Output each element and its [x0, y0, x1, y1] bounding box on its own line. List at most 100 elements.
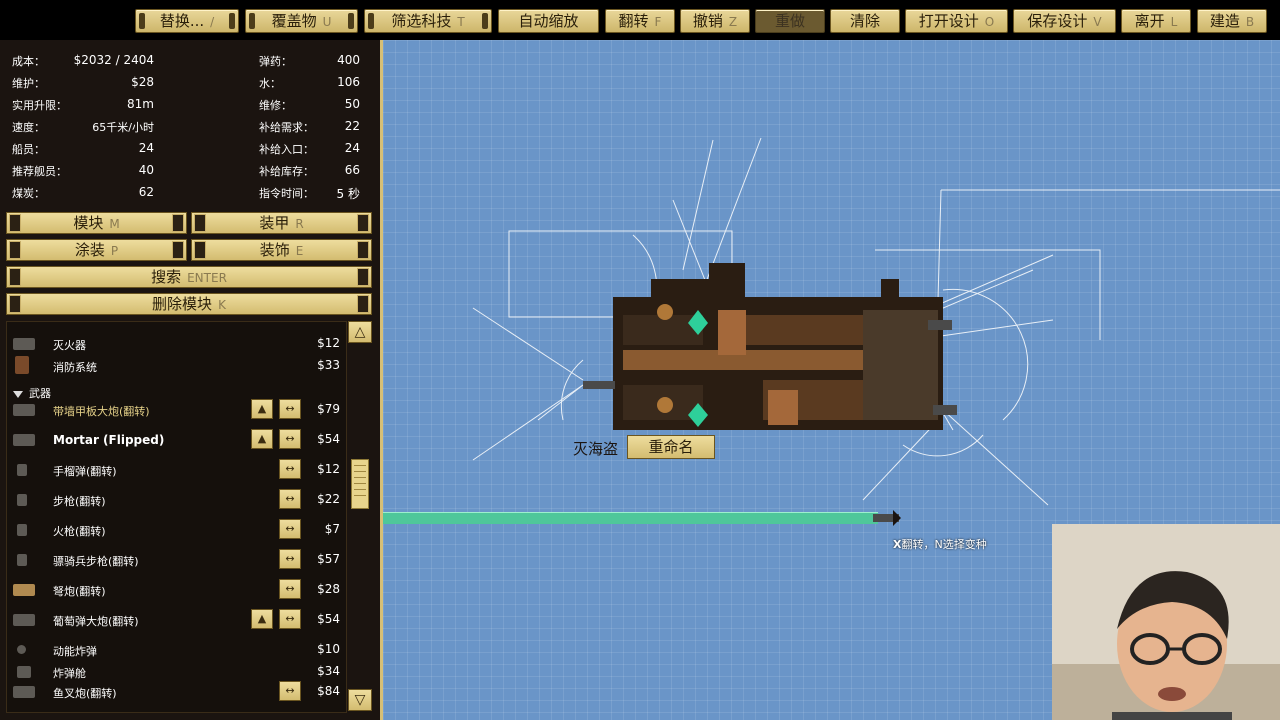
fire-system-icon — [15, 356, 29, 374]
cannon-icon — [933, 405, 957, 415]
build-button[interactable]: 建造 B — [1197, 9, 1267, 33]
undo-label: 撤销 — [692, 12, 723, 30]
button-cap — [9, 214, 21, 232]
flip-icon[interactable]: ↔ — [279, 459, 301, 479]
flip-icon[interactable]: ↔ — [279, 489, 301, 509]
mortar-cursor-icon — [873, 510, 901, 526]
auto-zoom-button[interactable]: 自动缩放 — [498, 9, 599, 33]
modules-key: M — [109, 217, 120, 231]
save-design-button[interactable]: 保存设计 V — [1013, 9, 1116, 33]
list-item[interactable]: Mortar (Flipped) ▲ ↔ $54 — [7, 426, 346, 454]
module-name: 鱼叉炮(翻转) — [53, 687, 117, 700]
undo-button[interactable]: 撤销 Z — [680, 9, 750, 33]
rename-button[interactable]: 重命名 — [627, 435, 715, 459]
design-panel: 成本： $2032 / 2404 维护： $28 实用升限： 81m 速度： 6… — [0, 40, 383, 720]
stat-label: 成本： — [12, 55, 45, 68]
save-design-key: V — [1093, 15, 1102, 29]
stat-label: 水： — [259, 77, 281, 90]
replace-key: / — [210, 15, 215, 29]
module-list: 灭火器 $12 消防系统 $33 武器 带墙甲板大炮(翻转) ▲ ↔ $79 M… — [6, 321, 347, 713]
flip-icon[interactable]: ↔ — [279, 399, 301, 419]
flip-icon[interactable]: ↔ — [279, 519, 301, 539]
armor-tab-button[interactable]: 装甲 R — [191, 212, 372, 234]
airship-blueprint[interactable] — [563, 255, 963, 455]
replace-button[interactable]: 替换... / — [135, 9, 239, 33]
build-label: 建造 — [1209, 12, 1240, 30]
button-cap — [194, 214, 206, 232]
module-price: $7 — [324, 522, 340, 536]
build-key: B — [1245, 15, 1255, 29]
list-item[interactable]: 步枪(翻转) ↔ $22 — [7, 486, 346, 514]
modules-tab-button[interactable]: 模块 M — [6, 212, 187, 234]
undo-key: Z — [728, 15, 738, 29]
stat-value: $28 — [131, 75, 154, 89]
flip-icon[interactable]: ↔ — [279, 609, 301, 629]
module-price: $22 — [317, 492, 340, 506]
module-name: 步枪(翻转) — [53, 495, 106, 508]
stat-value: 24 — [344, 141, 360, 155]
grip-icon — [368, 13, 374, 29]
stat-label: 维修： — [259, 99, 292, 112]
cannon-icon — [928, 320, 952, 330]
flip-icon[interactable]: ↔ — [279, 549, 301, 569]
delete-module-button[interactable]: 删除模块 K — [6, 293, 372, 315]
paint-tab-button[interactable]: 涂装 P — [6, 239, 187, 261]
search-button[interactable]: 搜索 ENTER — [6, 266, 372, 288]
clear-button[interactable]: 清除 — [830, 9, 900, 33]
button-cap — [357, 268, 369, 286]
placement-hint: X翻转，N选择变种 — [893, 536, 987, 552]
variant-icon[interactable]: ▲ — [251, 399, 273, 419]
scroll-down-icon[interactable]: ▽ — [348, 689, 372, 711]
list-item[interactable]: 火枪(翻转) ↔ $7 — [7, 516, 346, 544]
module-price: $12 — [317, 336, 340, 350]
flip-label: 翻转 — [618, 12, 649, 30]
button-cap — [9, 268, 21, 286]
filter-tech-button[interactable]: 筛选科技 T — [364, 9, 492, 33]
paint-label: 涂装 — [74, 241, 105, 259]
module-price: $84 — [317, 684, 340, 698]
redo-button[interactable]: 重做 — [755, 9, 825, 33]
flip-key: F — [654, 15, 662, 29]
flip-icon[interactable]: ↔ — [279, 579, 301, 599]
stat-value: 106 — [337, 75, 360, 89]
list-item[interactable]: 骠骑兵步枪(翻转) ↔ $57 — [7, 546, 346, 574]
list-item[interactable]: 鱼叉炮(翻转) ↔ $84 — [7, 678, 346, 706]
button-cap — [172, 214, 184, 232]
flip-button[interactable]: 翻转 F — [605, 9, 675, 33]
scroll-up-icon[interactable]: △ — [348, 321, 372, 343]
top-toolbar: 替换... / 覆盖物 U 筛选科技 T 自动缩放 翻转 F 撤销 Z 重做 清除 打开设… — [0, 0, 1280, 40]
save-design-label: 保存设计 — [1027, 12, 1088, 30]
list-item[interactable]: 弩炮(翻转) ↔ $28 — [7, 576, 346, 604]
module-list-scrollbar[interactable]: △ ▽ — [348, 321, 372, 713]
module-price: $34 — [317, 664, 340, 678]
module-name: 葡萄弹大炮(翻转) — [53, 615, 139, 628]
list-item[interactable]: 手榴弹(翻转) ↔ $12 — [7, 456, 346, 484]
bomb-icon — [17, 645, 26, 654]
variant-icon[interactable]: ▲ — [251, 609, 273, 629]
ballista-icon — [13, 584, 35, 596]
open-design-button[interactable]: 打开设计 O — [905, 9, 1008, 33]
stat-label: 推荐舰员： — [12, 165, 67, 178]
scroll-thumb[interactable] — [351, 459, 369, 509]
leave-key: L — [1170, 15, 1178, 29]
variant-icon[interactable]: ▲ — [251, 429, 273, 449]
leave-button[interactable]: 离开 L — [1121, 9, 1191, 33]
search-label: 搜索 — [151, 268, 182, 286]
list-item[interactable]: 带墙甲板大炮(翻转) ▲ ↔ $79 — [7, 396, 346, 424]
stat-value: 22 — [344, 119, 360, 133]
stat-label: 速度： — [12, 121, 45, 134]
delete-key: K — [218, 298, 226, 312]
overlay-button[interactable]: 覆盖物 U — [245, 9, 358, 33]
button-cap — [194, 241, 206, 259]
button-cap — [357, 295, 369, 313]
list-item[interactable]: 消防系统 $33 — [7, 352, 346, 380]
flip-icon[interactable]: ↔ — [279, 429, 301, 449]
list-item[interactable]: 葡萄弹大炮(翻转) ▲ ↔ $54 — [7, 606, 346, 634]
stat-value: 5 秒 — [336, 187, 360, 201]
streamer-portrait — [1052, 524, 1280, 720]
ship-name: 灭海盗 — [573, 440, 619, 458]
decor-tab-button[interactable]: 装饰 E — [191, 239, 372, 261]
module-name: 骠骑兵步枪(翻转) — [53, 555, 139, 568]
flip-icon[interactable]: ↔ — [279, 681, 301, 701]
clear-label: 清除 — [849, 12, 880, 30]
